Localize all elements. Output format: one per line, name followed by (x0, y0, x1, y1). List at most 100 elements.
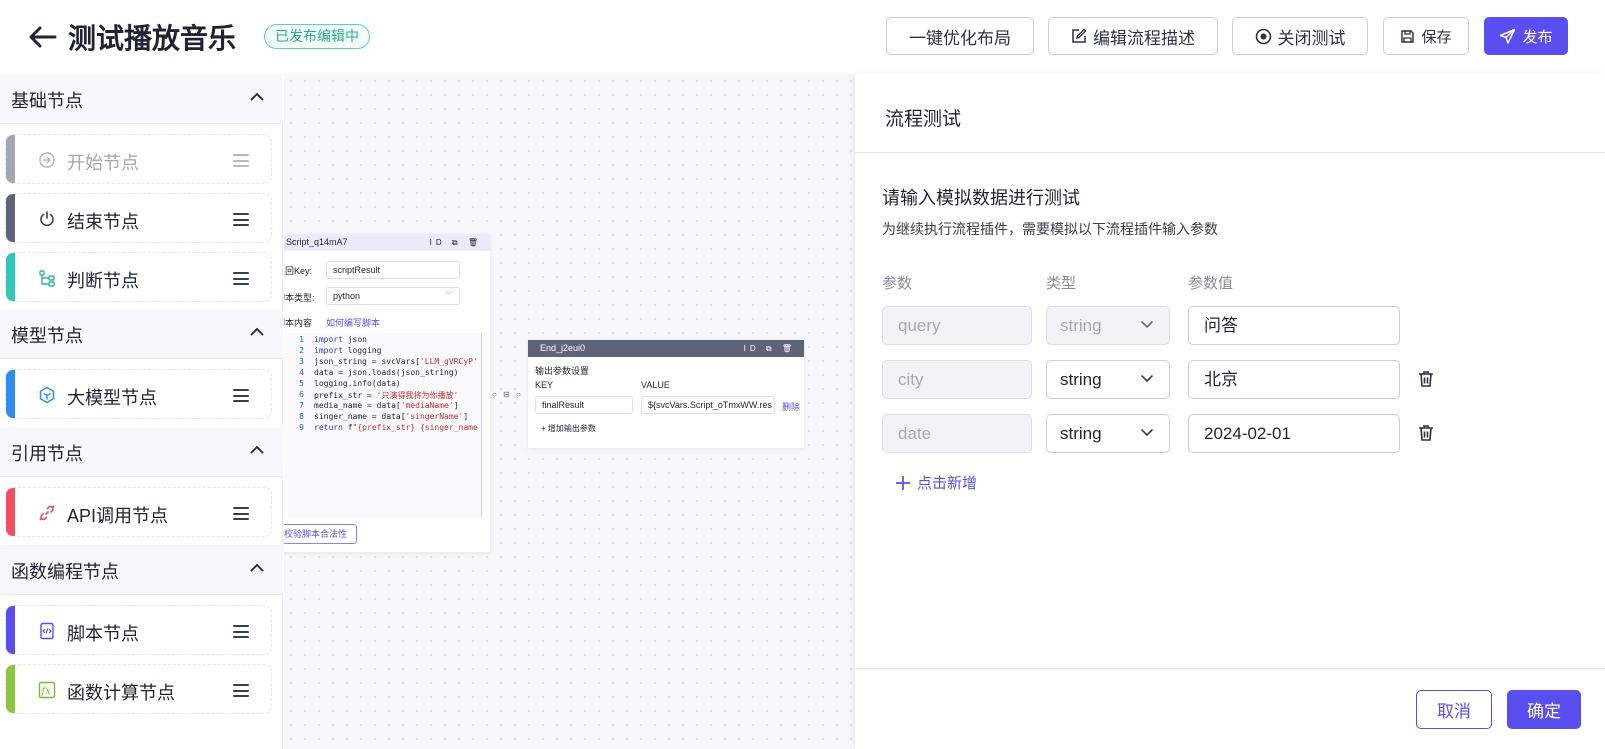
confirm-button[interactable]: 确定 (1507, 690, 1581, 729)
param-value-input[interactable]: 北京 (1188, 360, 1400, 399)
node-card-label: 函数计算节点 (67, 683, 175, 703)
chevron-up-icon (250, 327, 264, 336)
end-node[interactable]: End_j2eui0 ID ⧉ 🗑 输出参数设置 KEY VALUE final… (528, 340, 804, 448)
code-line: data = json.loads(json_string) (314, 368, 459, 377)
output-key-input[interactable]: finalResult (535, 396, 633, 414)
section-title: 引用节点 (11, 444, 83, 464)
edit-icon (1072, 28, 1087, 43)
chevron-down-icon (1140, 320, 1154, 329)
script-content-label: 脚本内容 (284, 318, 313, 328)
trash-icon[interactable] (1417, 423, 1435, 443)
test-description: 为继续执行流程插件，需要模拟以下流程插件输入参数 (882, 221, 1218, 237)
node-card-function[interactable]: fx 函数计算节点 (5, 664, 272, 714)
trash-icon[interactable] (1417, 369, 1435, 389)
param-name-input: query (882, 306, 1032, 345)
column-header-name: 参数 (882, 275, 913, 292)
param-type-select[interactable]: string (1046, 414, 1170, 453)
param-name-input: city (882, 360, 1032, 399)
drag-handle-icon[interactable] (233, 213, 249, 226)
node-actions[interactable]: ID ⧉ 🗑 (744, 340, 796, 357)
cube-icon (37, 385, 57, 405)
card-color-bar (6, 606, 15, 654)
code-line: singer_name = data['singerName'] (314, 412, 469, 421)
card-color-bar (6, 253, 15, 301)
edit-description-button[interactable]: 编辑流程描述 (1048, 17, 1218, 55)
output-value-input[interactable]: ${svcVars.Script_oTmxWW.res (641, 396, 775, 414)
link-icon (37, 503, 57, 523)
close-test-button[interactable]: 关闭测试 (1232, 17, 1368, 55)
card-color-bar (6, 135, 15, 183)
end-node-header: End_j2eui0 ID ⧉ 🗑 (528, 340, 804, 357)
card-color-bar (6, 488, 15, 536)
validate-script-button[interactable]: 校验脚本合法性 (284, 524, 358, 544)
node-card-script[interactable]: 脚本节点 (5, 605, 272, 655)
script-node[interactable]: Script_q14mA7 ID ⧉ 🗑 返回Key: scriptResult… (284, 234, 490, 552)
script-help-link[interactable]: 如何编写脚本 (326, 316, 380, 329)
key-column-header: KEY (535, 380, 554, 390)
save-label: 保存 (1421, 28, 1452, 46)
back-arrow-icon[interactable] (28, 22, 58, 52)
node-card-condition[interactable]: 判断节点 (5, 252, 272, 302)
code-editor[interactable]: 1 import json 2 import logging 3 json_strin… (286, 333, 482, 518)
node-card-end[interactable]: 结束节点 (5, 193, 272, 243)
login-arrow-icon (37, 150, 57, 170)
script-node-header: Script_q14mA7 ID ⧉ 🗑 (284, 234, 490, 251)
script-type-select[interactable]: python ﹀ (326, 287, 460, 305)
chevron-down-icon: ﹀ (445, 291, 453, 300)
plus-icon (896, 475, 910, 490)
node-card-start[interactable]: 开始节点 (5, 134, 272, 184)
optimize-layout-button[interactable]: 一键优化布局 (886, 17, 1034, 55)
flow-test-panel: 流程测试 请输入模拟数据进行测试 为继续执行流程插件，需要模拟以下流程插件输入参… (855, 74, 1605, 749)
add-param-label: 点击新增 (917, 475, 978, 492)
param-value-input[interactable]: 2024-02-01 (1188, 414, 1400, 453)
chevron-down-icon (1140, 428, 1154, 437)
return-key-input[interactable]: scriptResult (326, 261, 460, 279)
status-badge: 已发布编辑中 (264, 24, 370, 49)
connector-handle[interactable]: ○ ⊟ ○ (492, 390, 523, 399)
delete-output-link[interactable]: 删除 (782, 400, 800, 413)
code-line: json_string = svcVars['LLM_gVRCyP' (314, 357, 478, 366)
card-color-bar (6, 370, 15, 418)
section-basic-nodes[interactable]: 基础节点 (0, 74, 283, 124)
add-output-param-link[interactable]: + 增加输出参数 (541, 423, 596, 434)
node-actions[interactable]: ID ⧉ 🗑 (430, 234, 482, 251)
add-param-button[interactable]: 点击新增 (895, 472, 977, 493)
param-value-input[interactable]: 问答 (1188, 306, 1400, 345)
node-card-api[interactable]: API调用节点 (5, 487, 272, 537)
test-heading: 请输入模拟数据进行测试 (882, 188, 1080, 208)
divider (855, 152, 1605, 153)
save-button[interactable]: 保存 (1383, 17, 1469, 55)
cancel-button[interactable]: 取消 (1416, 690, 1492, 729)
code-line: import json (314, 335, 367, 344)
code-file-icon (37, 621, 57, 641)
publish-button[interactable]: 发布 (1484, 17, 1568, 55)
value-column-header: VALUE (641, 380, 670, 390)
drag-handle-icon[interactable] (233, 154, 249, 167)
param-name-input: date (882, 414, 1032, 453)
code-line: import logging (314, 346, 382, 355)
node-sidebar: 基础节点 开始节点 结束节点 判断节点 模型节点 大模型节点 引用节点 API调… (0, 74, 283, 749)
flow-canvas[interactable]: Script_q14mA7 ID ⧉ 🗑 返回Key: scriptResult… (284, 74, 855, 749)
fx-icon: fx (37, 680, 57, 700)
drag-handle-icon[interactable] (233, 507, 249, 520)
chevron-up-icon (250, 92, 264, 101)
script-type-label: 脚本类型: (284, 293, 315, 303)
column-header-value: 参数值 (1188, 275, 1234, 292)
drag-handle-icon[interactable] (233, 625, 249, 638)
section-title: 模型节点 (11, 326, 83, 346)
param-type-select: string (1046, 306, 1170, 345)
script-node-title: Script_q14mA7 (286, 237, 348, 247)
section-model-nodes[interactable]: 模型节点 (0, 309, 283, 359)
optimize-layout-label: 一键优化布局 (909, 28, 1011, 48)
section-reference-nodes[interactable]: 引用节点 (0, 427, 283, 477)
end-node-title: End_j2eui0 (540, 343, 586, 353)
param-type-select[interactable]: string (1046, 360, 1170, 399)
drag-handle-icon[interactable] (233, 684, 249, 697)
drag-handle-icon[interactable] (233, 272, 249, 285)
drag-handle-icon[interactable] (233, 389, 249, 402)
chevron-up-icon (250, 563, 264, 572)
edit-description-label: 编辑流程描述 (1093, 28, 1195, 48)
branch-icon (37, 268, 57, 288)
node-card-llm[interactable]: 大模型节点 (5, 369, 272, 419)
section-function-nodes[interactable]: 函数编程节点 (0, 545, 283, 595)
